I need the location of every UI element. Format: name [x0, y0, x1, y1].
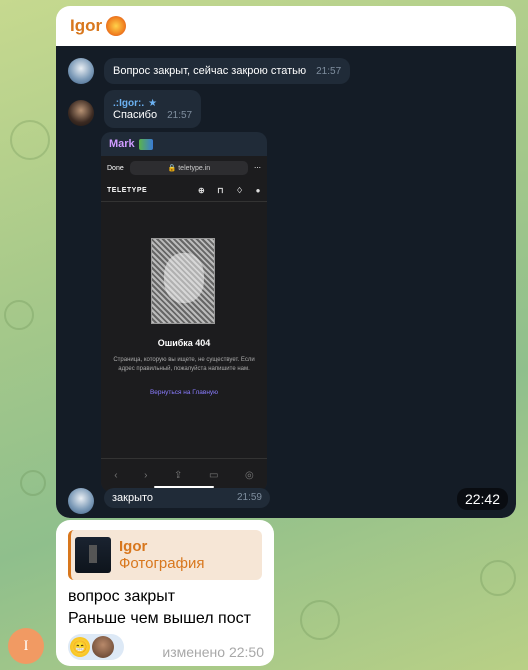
sender-emoji-icon [106, 16, 127, 36]
bell-icon: ♢ [235, 186, 244, 195]
flag-icon [138, 138, 153, 150]
mask-image [151, 238, 215, 324]
reactor-avatar [92, 636, 114, 658]
back-icon: ‹ [114, 470, 118, 481]
chat-screenshot-image[interactable]: Вопрос закрыт, сейчас закрою статью 21:57… [56, 46, 516, 518]
bookmark-icon: ▭ [208, 470, 219, 481]
screenshot-message: .:Igor:. ★ Спасибо 21:57 [104, 90, 202, 128]
reactions[interactable]: 😁 [68, 634, 124, 660]
plus-icon: ⊕ [198, 186, 206, 195]
share-icon: ⇪ [174, 470, 183, 481]
reply-thumbnail [75, 537, 111, 573]
avatar-icon: ● [255, 186, 261, 195]
forward-icon: › [144, 470, 148, 481]
avatar [68, 58, 94, 84]
star-icon: ★ [148, 98, 158, 109]
user-avatar[interactable]: I [8, 628, 44, 664]
message-text: вопрос закрыт Раньше чем вышел пост [68, 588, 251, 627]
message-header: Igor [56, 6, 516, 46]
reply-type: Фотография [119, 555, 205, 572]
reply-sender: Igor [119, 538, 148, 555]
forwarded-screenshot: Mark Done 🔒 teletype.in ⋯ TELETYPE ⊕ ⊓ ♢ ● … [101, 132, 267, 492]
compass-icon: ◎ [244, 470, 254, 481]
reply-quote[interactable]: Igor Фотография [68, 530, 262, 580]
screenshot-message: Вопрос закрыт, сейчас закрою статью 21:57 [104, 58, 351, 84]
image-message-bubble[interactable]: Igor Вопрос закрыт, сейчас закрою статью… [56, 6, 516, 518]
sender-name[interactable]: Igor [70, 16, 102, 36]
screenshot-message: закрыто 21:59 [104, 488, 270, 508]
lock-icon: ⊓ [217, 186, 224, 195]
grin-emoji-icon[interactable]: 😁 [70, 637, 90, 657]
reply-message-bubble[interactable]: Igor Фотография вопрос закрыт Раньше чем… [56, 520, 274, 666]
phone-screenshot: Done 🔒 teletype.in ⋯ TELETYPE ⊕ ⊓ ♢ ● Ошибк… [101, 156, 267, 492]
edited-time: изменено 22:50 [162, 644, 264, 660]
message-time: 22:42 [456, 488, 508, 510]
avatar [68, 488, 94, 514]
avatar [68, 100, 94, 126]
more-icon: ⋯ [254, 165, 261, 172]
